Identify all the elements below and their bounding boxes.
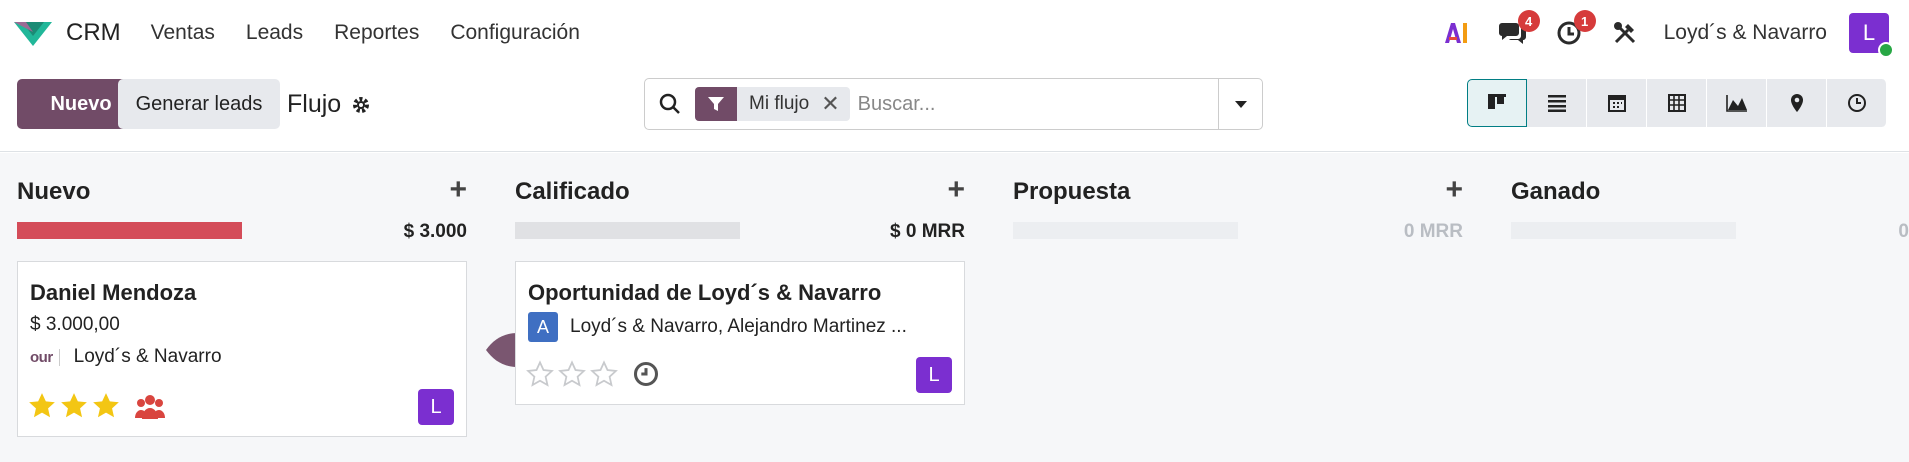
debug-tools-icon[interactable]	[1608, 16, 1642, 50]
menu-item-configuracion[interactable]: Configuración	[450, 21, 580, 45]
star-outline-icon[interactable]	[558, 360, 586, 388]
user-avatar[interactable]: L	[1849, 13, 1894, 58]
users-group-icon[interactable]	[134, 392, 166, 420]
card-amount: $ 3.000,00	[30, 314, 120, 335]
messages-badge: 4	[1517, 10, 1540, 32]
card-partner: A Loyd´s & Navarro, Alejandro Martinez .…	[528, 312, 907, 342]
search-input[interactable]	[857, 92, 1198, 116]
column-title[interactable]: Ganado	[1511, 178, 1600, 206]
list-icon	[1547, 95, 1566, 112]
kanban-view-button[interactable]	[1467, 79, 1527, 127]
systray: 4 1 Loyd´s & Navarro L	[1440, 0, 1909, 66]
main-menu: Ventas Leads Reportes Configuración	[151, 21, 580, 45]
crm-logo-icon	[14, 22, 52, 46]
clock-icon	[1847, 94, 1866, 112]
star-icon[interactable]	[92, 392, 120, 420]
pivot-view-button[interactable]	[1647, 79, 1707, 127]
column-title[interactable]: Nuevo	[17, 178, 90, 206]
breadcrumb: Flujo	[287, 90, 371, 119]
activity-clock-icon[interactable]	[632, 360, 660, 388]
column-total: $ 0 MRR	[890, 221, 965, 242]
user-avatar-initial: L	[1862, 20, 1876, 45]
menu-item-ventas[interactable]: Ventas	[151, 21, 215, 45]
kanban-card[interactable]: Daniel Mendoza $ 3.000,00 our Loyd´s & N…	[17, 261, 467, 437]
partner-logo: our	[30, 348, 60, 366]
column-total: 0	[1898, 221, 1909, 242]
star-icon[interactable]	[60, 392, 88, 420]
top-navbar: CRM Ventas Leads Reportes Configuración …	[0, 0, 1909, 66]
activities-icon[interactable]: 1	[1552, 10, 1596, 50]
card-title: Oportunidad de Loyd´s & Navarro	[528, 280, 882, 305]
salesperson-avatar[interactable]: L	[916, 357, 952, 393]
view-switcher	[1467, 79, 1887, 127]
control-panel: Nuevo Generar leads Flujo Mi flujo ✕	[0, 66, 1909, 152]
add-quick-create-icon[interactable]: +	[947, 173, 965, 207]
activity-view-button[interactable]	[1827, 79, 1887, 127]
messages-icon[interactable]: 4	[1496, 10, 1540, 50]
star-outline-icon[interactable]	[590, 360, 618, 388]
activities-badge: 1	[1573, 10, 1596, 32]
app-name: CRM	[66, 19, 121, 46]
map-marker-icon	[1790, 94, 1803, 112]
column-progress-bar[interactable]	[515, 222, 740, 239]
kanban-icon	[1488, 94, 1506, 109]
list-view-button[interactable]	[1527, 79, 1587, 127]
add-quick-create-icon[interactable]: +	[449, 173, 467, 207]
company-switcher[interactable]: Loyd´s & Navarro	[1664, 21, 1827, 45]
search-facet: Mi flujo ✕	[695, 87, 850, 121]
map-view-button[interactable]	[1767, 79, 1827, 127]
card-partner: our Loyd´s & Navarro	[30, 346, 222, 368]
calendar-icon	[1607, 95, 1626, 112]
column-title[interactable]: Calificado	[515, 178, 630, 206]
priority-stars	[526, 360, 660, 388]
partner-avatar: A	[528, 312, 558, 342]
card-partner-name: Loyd´s & Navarro, Alejandro Martinez ...	[570, 316, 907, 337]
add-quick-create-icon[interactable]: +	[1445, 173, 1463, 207]
graph-view-button[interactable]	[1707, 79, 1767, 127]
app-brand[interactable]: CRM	[14, 18, 121, 48]
star-outline-icon[interactable]	[526, 360, 554, 388]
kanban-column-ganado: Ganado 0	[1511, 153, 1909, 273]
caret-down-icon	[1234, 101, 1247, 108]
column-title[interactable]: Propuesta	[1013, 178, 1130, 206]
ai-icon[interactable]	[1440, 16, 1474, 50]
column-progress-bar[interactable]	[1013, 222, 1238, 239]
priority-stars	[28, 392, 166, 420]
calendar-view-button[interactable]	[1587, 79, 1647, 127]
online-status-icon	[1878, 42, 1894, 58]
page-title: Flujo	[287, 90, 342, 118]
progress-fill	[17, 222, 242, 239]
search-bar: Mi flujo ✕	[644, 78, 1263, 130]
generate-leads-button[interactable]: Generar leads	[118, 79, 280, 129]
star-icon[interactable]	[28, 392, 56, 420]
search-options-toggle[interactable]	[1218, 79, 1262, 129]
gear-icon[interactable]	[351, 95, 371, 115]
card-title: Daniel Mendoza	[30, 280, 197, 305]
column-progress-bar[interactable]	[1511, 222, 1736, 239]
column-total: $ 3.000	[403, 221, 467, 242]
close-icon[interactable]: ✕	[821, 91, 849, 117]
area-chart-icon	[1725, 95, 1747, 112]
salesperson-avatar[interactable]: L	[418, 389, 454, 425]
pivot-table-icon	[1667, 94, 1686, 112]
search-icon[interactable]	[645, 93, 695, 115]
column-progress-bar[interactable]	[17, 222, 242, 239]
filter-icon	[695, 87, 737, 121]
card-partner-name: Loyd´s & Navarro	[73, 346, 222, 367]
facet-label: Mi flujo	[749, 93, 810, 114]
column-total: 0 MRR	[1403, 221, 1463, 242]
menu-item-leads[interactable]: Leads	[246, 21, 303, 45]
kanban-board: Nuevo + $ 3.000 Daniel Mendoza $ 3.000,0…	[0, 153, 1909, 462]
menu-item-reportes[interactable]: Reportes	[334, 21, 419, 45]
kanban-card[interactable]: Oportunidad de Loyd´s & Navarro A Loyd´s…	[515, 261, 965, 405]
